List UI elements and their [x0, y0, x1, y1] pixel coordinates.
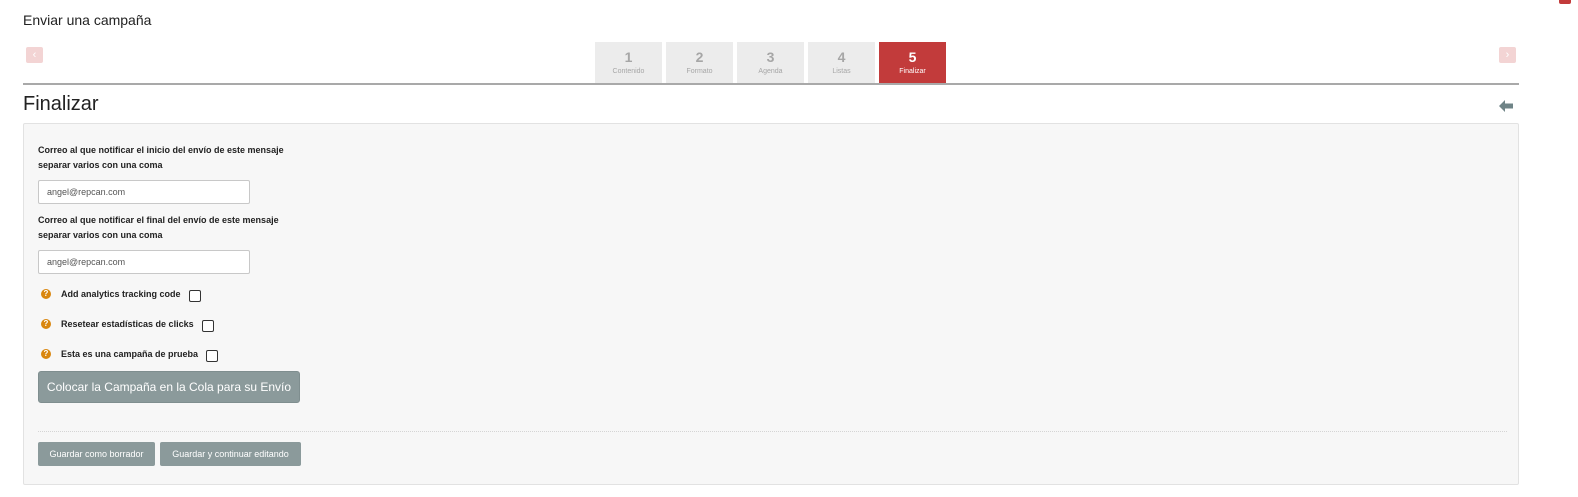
help-icon[interactable]: ?: [41, 289, 51, 299]
step-number: 5: [908, 49, 917, 65]
notify-start-label-line2: separar varios con una coma: [38, 160, 163, 170]
corner-badge: [1559, 0, 1571, 4]
notify-start-label-line1: Correo al que notificar el inicio del en…: [38, 145, 284, 155]
step-label: Listas: [832, 68, 851, 75]
option-test-campaign: ? Esta es una campaña de prueba: [41, 347, 219, 362]
step-label: Agenda: [758, 68, 783, 75]
form-divider: [38, 431, 1507, 432]
step-contenido[interactable]: 1 Contenido: [595, 42, 662, 83]
notify-end-label-line2: separar varios con una coma: [38, 230, 163, 240]
step-finalizar[interactable]: 5 Finalizar: [879, 42, 946, 83]
step-listas[interactable]: 4 Listas: [808, 42, 875, 83]
notify-end-label: Correo al que notificar el final del env…: [38, 213, 279, 243]
save-draft-button[interactable]: Guardar como borrador: [38, 442, 155, 466]
step-formato[interactable]: 2 Formato: [666, 42, 733, 83]
page-title: Enviar una campaña: [23, 12, 152, 28]
option-reset-clicks: ? Resetear estadísticas de clicks: [41, 317, 214, 332]
section-title: Finalizar: [23, 93, 99, 115]
finalize-panel: Correo al que notificar el inicio del en…: [23, 123, 1519, 485]
arrow-left-icon[interactable]: [1499, 100, 1513, 112]
notify-start-email-field[interactable]: [38, 180, 250, 204]
chevron-right-icon[interactable]: ›: [1499, 47, 1516, 63]
wizard-steps: 1 Contenido 2 Formato 3 Agenda 4 Listas …: [595, 42, 950, 83]
step-number: 1: [624, 49, 633, 65]
help-icon[interactable]: ?: [41, 349, 51, 359]
notify-end-email-field[interactable]: [38, 250, 250, 274]
option-test-campaign-label: Esta es una campaña de prueba: [61, 349, 199, 359]
option-analytics: ? Add analytics tracking code: [41, 287, 201, 302]
step-agenda[interactable]: 3 Agenda: [737, 42, 804, 83]
option-analytics-label: Add analytics tracking code: [61, 289, 181, 299]
chevron-left-icon[interactable]: ‹: [26, 47, 43, 63]
option-reset-clicks-label: Resetear estadísticas de clicks: [61, 319, 194, 329]
reset-clicks-checkbox[interactable]: [201, 320, 214, 332]
step-number: 3: [766, 49, 775, 65]
analytics-checkbox[interactable]: [188, 290, 201, 302]
notify-end-label-line1: Correo al que notificar el final del env…: [38, 215, 279, 225]
step-label: Formato: [686, 68, 713, 75]
step-number: 2: [695, 49, 704, 65]
queue-campaign-button[interactable]: Colocar la Campaña en la Cola para su En…: [38, 371, 300, 403]
help-icon[interactable]: ?: [41, 319, 51, 329]
steps-divider: [23, 83, 1519, 85]
notify-start-label: Correo al que notificar el inicio del en…: [38, 143, 284, 173]
step-number: 4: [837, 49, 846, 65]
step-label: Contenido: [612, 68, 645, 75]
test-campaign-checkbox[interactable]: [206, 350, 219, 362]
step-label: Finalizar: [899, 68, 926, 75]
save-continue-button[interactable]: Guardar y continuar editando: [160, 442, 301, 466]
